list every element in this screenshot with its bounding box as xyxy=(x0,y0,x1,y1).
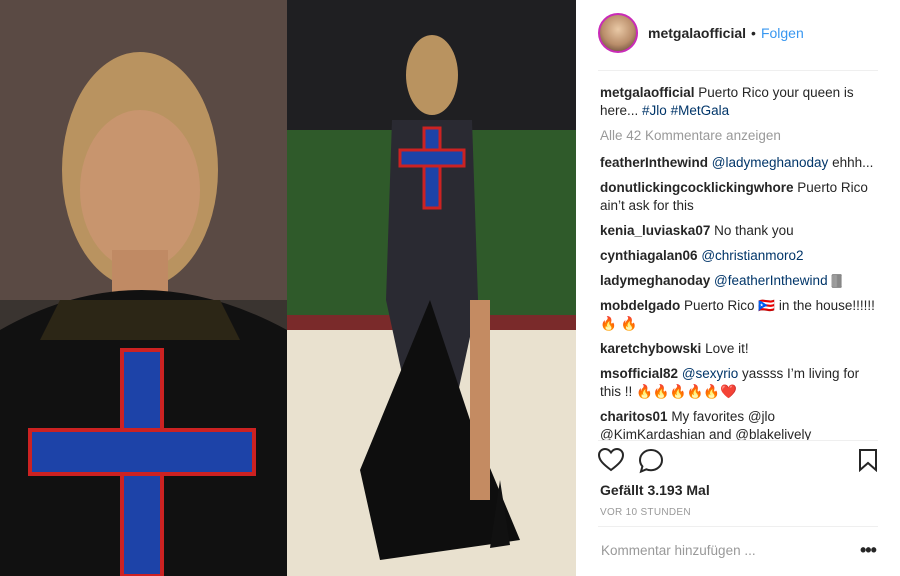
comment-username[interactable]: featherInthewind xyxy=(600,155,708,170)
caption-username[interactable]: metgalaofficial xyxy=(600,85,695,100)
hashtag-metgala[interactable]: #MetGala xyxy=(671,103,730,118)
add-comment-input[interactable]: Kommentar hinzufügen ... xyxy=(601,543,756,558)
comment-mention[interactable]: @featherInthewind xyxy=(714,273,828,288)
comment-text: 🀫 xyxy=(831,273,843,288)
comments-list: metgalaofficial Puerto Rico your queen i… xyxy=(600,84,880,440)
comment-mention[interactable]: @christianmoro2 xyxy=(701,248,803,263)
comment-item: cynthiagalan06 @christianmoro2 xyxy=(600,247,880,265)
comment-item: karetchybowski Love it! xyxy=(600,340,880,358)
caption: metgalaofficial Puerto Rico your queen i… xyxy=(600,84,880,120)
comment-text: ehhh... xyxy=(832,155,874,170)
post-header: metgalaofficial • Folgen xyxy=(598,10,878,56)
post-timestamp: VOR 10 STUNDEN xyxy=(600,507,691,518)
instagram-post: metgalaofficial • Folgen metgalaofficial… xyxy=(0,0,900,576)
comment-username[interactable]: kenia_luviaska07 xyxy=(600,223,710,238)
hashtag-jlo[interactable]: #Jlo xyxy=(642,103,667,118)
heart-icon[interactable] xyxy=(598,448,624,472)
action-bar xyxy=(598,448,880,476)
comment-item: donutlickingcocklickingwhore Puerto Rico… xyxy=(600,179,880,215)
comment-username[interactable]: ladymeghanoday xyxy=(600,273,710,288)
comment-item: charitos01 My favorites @jlo @KimKardash… xyxy=(600,408,880,440)
separator-dot: • xyxy=(751,25,756,41)
comment-text: No thank you xyxy=(714,223,794,238)
follow-button[interactable]: Folgen xyxy=(761,25,804,41)
comment-item: mobdelgado Puerto Rico 🇵🇷 in the house!!… xyxy=(600,297,880,333)
comment-username[interactable]: karetchybowski xyxy=(600,341,701,356)
comment-text: Love it! xyxy=(705,341,749,356)
avatar[interactable] xyxy=(598,13,638,53)
comment-bubble-icon[interactable] xyxy=(638,448,664,474)
comment-mention[interactable]: @sexyrio xyxy=(682,366,738,381)
comment-item: ladymeghanoday @featherInthewind 🀫 xyxy=(600,272,880,290)
comment-username[interactable]: msofficial82 xyxy=(600,366,678,381)
comment-username[interactable]: donutlickingcocklickingwhore xyxy=(600,180,794,195)
likes-count[interactable]: Gefällt 3.193 Mal xyxy=(600,482,710,498)
comment-item: kenia_luviaska07 No thank you xyxy=(600,222,880,240)
comment-username[interactable]: charitos01 xyxy=(600,409,668,424)
comment-item: featherInthewind @ladymeghanoday ehhh... xyxy=(600,154,880,172)
comments-divider xyxy=(598,440,878,441)
add-comment-divider xyxy=(598,526,878,527)
comment-item: msofficial82 @sexyrio yassss I’m living … xyxy=(600,365,880,401)
more-options-icon[interactable]: ••• xyxy=(860,540,877,561)
header-divider xyxy=(598,70,878,71)
comment-username[interactable]: mobdelgado xyxy=(600,298,680,313)
post-author-username[interactable]: metgalaofficial xyxy=(648,25,746,41)
bookmark-icon[interactable] xyxy=(858,448,878,472)
post-image xyxy=(0,0,576,576)
comment-mention[interactable]: @ladymeghanoday xyxy=(712,155,829,170)
view-all-comments-link[interactable]: Alle 42 Kommentare anzeigen xyxy=(600,127,880,145)
comment-username[interactable]: cynthiagalan06 xyxy=(600,248,698,263)
post-photo[interactable] xyxy=(0,0,576,576)
